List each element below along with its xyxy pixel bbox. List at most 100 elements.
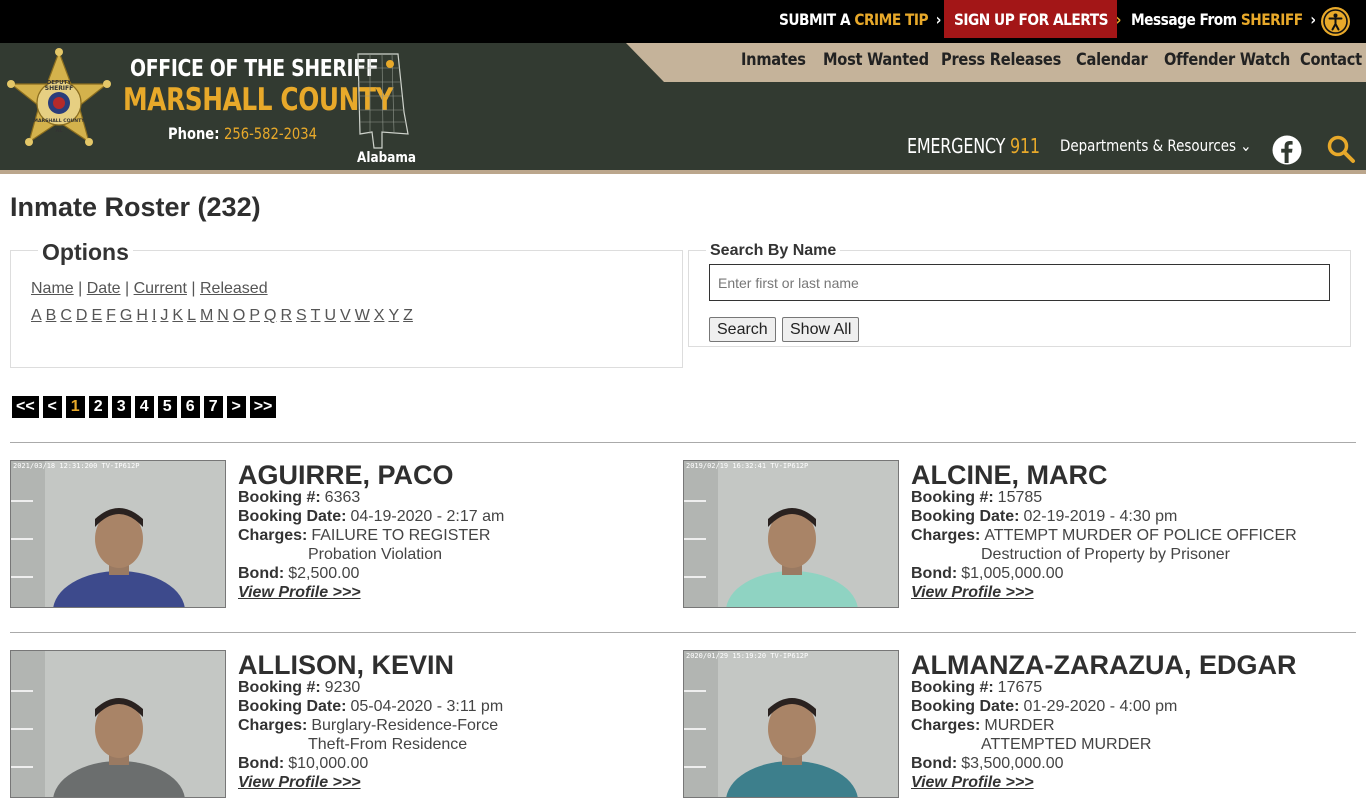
bond-value: $3,500,000.00: [961, 755, 1064, 772]
mugshot-photo[interactable]: [10, 650, 226, 798]
page-link[interactable]: >: [226, 396, 246, 418]
phone-number[interactable]: 256-582-2034: [224, 124, 317, 143]
sort-links: Name | Date | Current | Released: [31, 280, 268, 297]
chevron-right-icon: ›: [1115, 10, 1122, 29]
options-panel: Options Name | Date | Current | Released…: [10, 239, 683, 368]
chevron-right-icon: ›: [1310, 10, 1316, 29]
page-link[interactable]: <<: [12, 396, 39, 418]
nav-most-wanted[interactable]: Most Wanted: [823, 50, 929, 70]
top-utility-bar: SUBMIT A CRIME TIP › SIGN UP FOR ALERTS …: [0, 0, 1366, 43]
booking-number-row: Booking #: 6363: [238, 489, 360, 507]
booking-number-value: 17675: [997, 679, 1043, 696]
sheriff-star-logo[interactable]: DEPUTY SHERIFF MARSHALL COUNTY AL: [5, 48, 113, 166]
letter-filter-link[interactable]: F: [106, 307, 116, 324]
page-link[interactable]: 6: [180, 396, 200, 418]
nav-offender-watch[interactable]: Offender Watch: [1164, 50, 1290, 70]
mugshot-photo[interactable]: 2019/02/19 16:32:41 TV-IP612P: [683, 460, 899, 608]
sort-by-name-link[interactable]: Name: [31, 280, 74, 297]
letter-filter-link[interactable]: O: [233, 307, 245, 324]
charges-label: Charges:: [911, 717, 981, 734]
letter-filter-link[interactable]: G: [120, 307, 132, 324]
letter-filter-link[interactable]: Y: [388, 307, 399, 324]
page-link[interactable]: 7: [203, 396, 223, 418]
charge-value: Burglary-Residence-Force: [311, 717, 499, 734]
letter-filter-link[interactable]: K: [172, 307, 183, 324]
letter-filter-link[interactable]: H: [136, 307, 148, 324]
departments-dropdown[interactable]: Departments & Resources ⌄: [1060, 136, 1252, 155]
letter-filter-link[interactable]: L: [187, 307, 196, 324]
booking-number-label: Booking #:: [238, 679, 321, 696]
booking-date-row: Booking Date: 05-04-2020 - 3:11 pm: [238, 698, 503, 716]
facebook-icon[interactable]: [1272, 135, 1302, 165]
filter-current-link[interactable]: Current: [134, 280, 187, 297]
mugshot-photo[interactable]: 2020/01/29 15:19:20 TV-IP612P: [683, 650, 899, 798]
letter-filter-link[interactable]: E: [91, 307, 102, 324]
message-from-text: Message From: [1131, 10, 1237, 29]
letter-filter-link[interactable]: N: [217, 307, 229, 324]
page-link[interactable]: <: [42, 396, 62, 418]
chevron-right-icon: ›: [935, 10, 942, 29]
page-link[interactable]: 1: [65, 396, 85, 418]
view-profile-link[interactable]: View Profile >>>: [911, 774, 1034, 792]
letter-filter-link[interactable]: B: [46, 307, 57, 324]
view-profile-link[interactable]: View Profile >>>: [238, 584, 361, 602]
search-icon[interactable]: [1326, 134, 1356, 164]
page-link[interactable]: 4: [134, 396, 154, 418]
accessibility-icon[interactable]: [1321, 7, 1350, 36]
bond-label: Bond:: [238, 565, 285, 582]
letter-filter-link[interactable]: P: [249, 307, 260, 324]
mugshot-photo[interactable]: 2021/03/18 12:31:200 TV-IP612P: [10, 460, 226, 608]
show-all-button[interactable]: Show All: [782, 317, 860, 342]
letter-filter-link[interactable]: Z: [403, 307, 413, 324]
search-button[interactable]: Search: [709, 317, 776, 342]
nav-calendar[interactable]: Calendar: [1076, 50, 1148, 70]
view-profile-link[interactable]: View Profile >>>: [238, 774, 361, 792]
letter-filter-link[interactable]: Q: [264, 307, 276, 324]
booking-date-label: Booking Date:: [238, 508, 347, 525]
message-from-sheriff-link[interactable]: Message From SHERIFF ›: [1131, 0, 1316, 43]
letter-filter-link[interactable]: A: [31, 307, 42, 324]
divider: [10, 632, 1356, 633]
page-link[interactable]: >>: [249, 396, 277, 418]
charge-value: Probation Violation: [308, 546, 443, 563]
filter-released-link[interactable]: Released: [200, 280, 268, 297]
letter-filter-link[interactable]: C: [60, 307, 72, 324]
nav-contact[interactable]: Contact: [1300, 50, 1362, 70]
name-search-input[interactable]: [709, 264, 1330, 301]
letter-filter-link[interactable]: S: [296, 307, 307, 324]
charges-label: Charges:: [911, 527, 981, 544]
letter-filter-link[interactable]: W: [355, 307, 370, 324]
brand-title: OFFICE OF THE SHERIFF: [130, 56, 379, 82]
charge-value: ATTEMPTED MURDER: [981, 736, 1152, 753]
bond-label: Bond:: [238, 755, 285, 772]
letter-filter-link[interactable]: X: [374, 307, 385, 324]
charges-label: Charges:: [238, 717, 308, 734]
letter-filter-link[interactable]: I: [152, 307, 156, 324]
page-link[interactable]: 5: [157, 396, 177, 418]
options-legend: Options: [38, 239, 133, 266]
sign-up-alerts-link[interactable]: SIGN UP FOR ALERTS ›: [954, 0, 1121, 43]
emergency-911: EMERGENCY 911: [907, 134, 1040, 158]
letter-filter-link[interactable]: U: [324, 307, 336, 324]
mugshot-image: [684, 461, 898, 607]
booking-number-row: Booking #: 9230: [238, 679, 360, 697]
page-link[interactable]: 3: [111, 396, 131, 418]
nav-press-releases[interactable]: Press Releases: [941, 50, 1061, 70]
booking-number-label: Booking #:: [911, 489, 994, 506]
inmate-card: 2020/01/29 15:19:20 TV-IP612P ALMANZA-ZAR…: [683, 650, 1343, 810]
letter-filter-link[interactable]: V: [340, 307, 351, 324]
state-label: Alabama: [357, 150, 416, 166]
letter-filter-link[interactable]: M: [200, 307, 213, 324]
mugshot-image: [11, 461, 225, 607]
letter-filter-link[interactable]: J: [160, 307, 168, 324]
letter-filter-link[interactable]: T: [311, 307, 321, 324]
search-panel: Search By Name Search Show All: [688, 242, 1351, 347]
view-profile-link[interactable]: View Profile >>>: [911, 584, 1034, 602]
page-link[interactable]: 2: [88, 396, 108, 418]
sort-by-date-link[interactable]: Date: [87, 280, 121, 297]
submit-crime-tip-link[interactable]: SUBMIT A CRIME TIP ›: [779, 0, 941, 43]
letter-filter-link[interactable]: R: [280, 307, 292, 324]
nav-inmates[interactable]: Inmates: [741, 50, 806, 70]
booking-date-value: 01-29-2020 - 4:00 pm: [1023, 698, 1178, 715]
letter-filter-link[interactable]: D: [76, 307, 88, 324]
